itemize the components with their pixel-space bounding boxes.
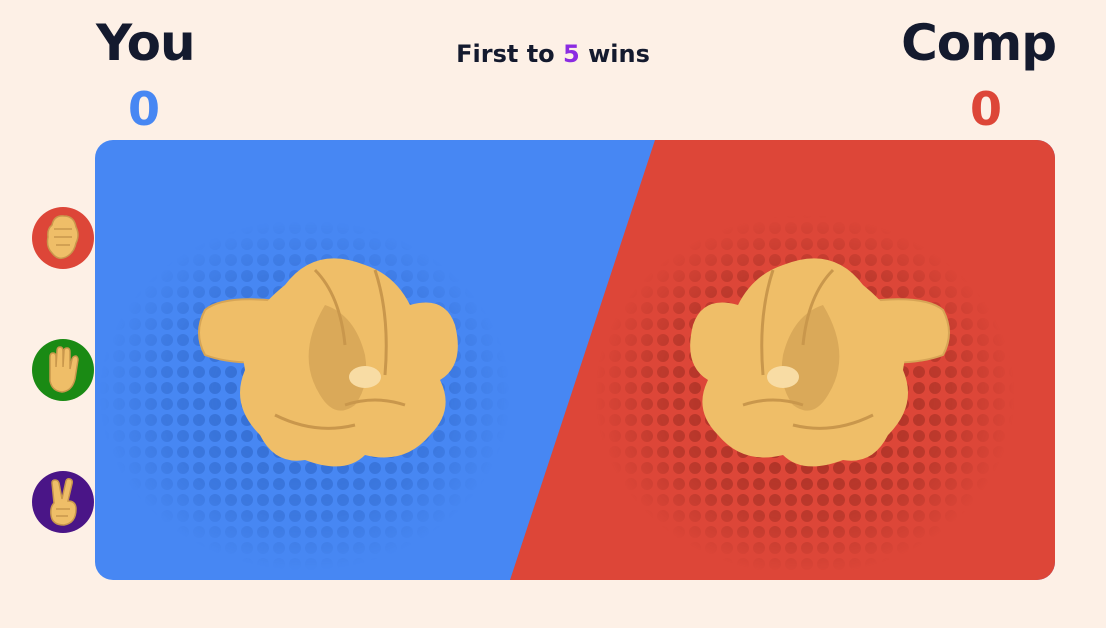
goal-prefix: First to <box>456 40 564 68</box>
goal-target: 5 <box>563 40 580 68</box>
rock-choice-button[interactable] <box>32 207 94 269</box>
peace-hand-icon <box>50 478 77 526</box>
open-hand-icon <box>49 346 79 393</box>
arena-graphic <box>95 140 1055 580</box>
player-score: 0 <box>128 82 161 136</box>
battle-arena <box>95 140 1055 580</box>
fist-icon <box>46 215 79 260</box>
scissors-choice-button[interactable] <box>32 471 94 533</box>
computer-score: 0 <box>969 82 1002 136</box>
match-goal: First to 5 wins <box>0 40 1106 68</box>
goal-suffix: wins <box>579 40 650 68</box>
paper-choice-button[interactable] <box>32 339 94 401</box>
